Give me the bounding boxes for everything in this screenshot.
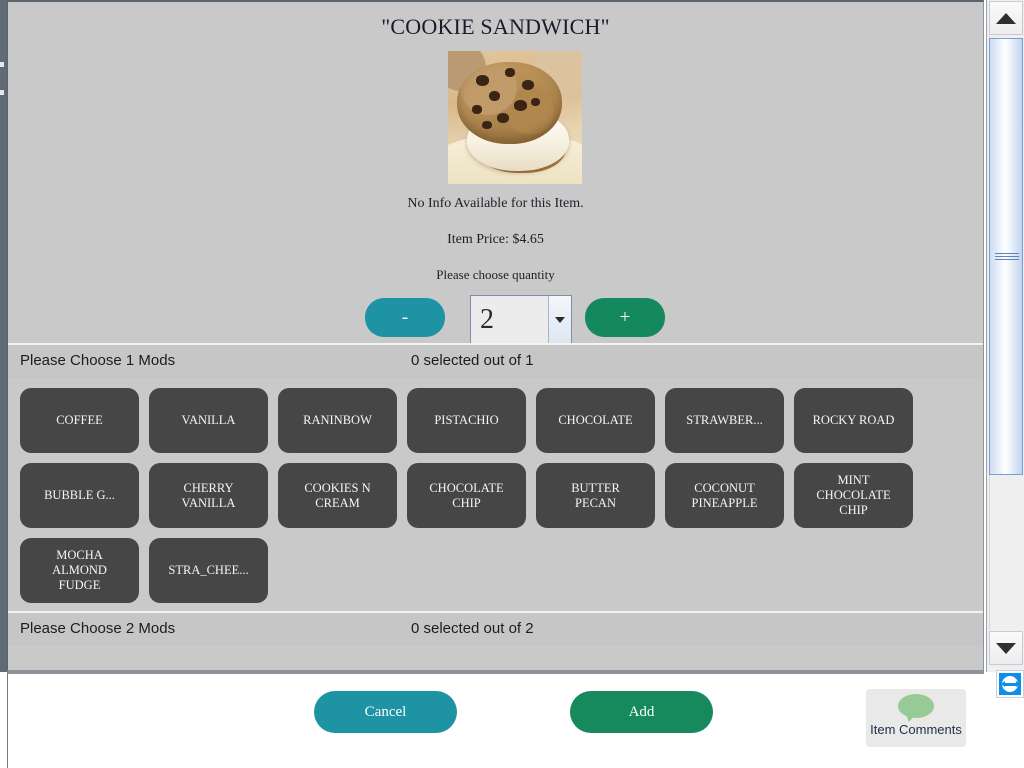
item-configuration-dialog: "COOKIE SANDWICH" No Info Available for … [7,0,984,672]
item-info-text: No Info Available for this Item. [407,196,584,211]
mod-option-button[interactable]: MINT CHOCOLATE CHIP [794,463,913,528]
chevron-down-icon[interactable] [548,296,571,343]
item-comments-button[interactable]: Item Comments [866,689,966,747]
mod-option-button[interactable]: BUTTER PECAN [536,463,655,528]
mod-group-1-header: Please Choose 1 Mods 0 selected out of 1 [8,345,983,378]
item-image [448,51,582,184]
mod-option-button[interactable]: STRA_CHEE... [149,538,268,603]
mod-option-button[interactable]: STRAWBER... [665,388,784,453]
item-price: Item Price: $4.65 [447,232,544,247]
mod-group-2-header: Please Choose 2 Mods 0 selected out of 2 [8,613,983,646]
scroll-down-button[interactable] [989,631,1023,665]
scroll-thumb-grip-icon [995,253,1019,261]
vertical-scrollbar[interactable] [986,0,1024,672]
mod-option-button[interactable]: ROCKY ROAD [794,388,913,453]
mod-group-1: Please Choose 1 Mods 0 selected out of 1… [8,343,983,611]
mod-group-1-title: Please Choose 1 Mods [20,352,176,369]
triangle-up-icon [996,12,1016,24]
scrollbar-thumb[interactable] [989,38,1023,475]
mod-group-2-title: Please Choose 2 Mods [20,620,176,637]
quantity-select[interactable]: 2 [470,295,572,344]
mod-option-button[interactable]: COCONUT PINEAPPLE [665,463,784,528]
mod-option-button[interactable]: CHOCOLATE CHIP [407,463,526,528]
cancel-button[interactable]: Cancel [314,691,457,733]
scroll-up-button[interactable] [989,1,1023,35]
mod-option-button[interactable]: VANILLA [149,388,268,453]
speech-bubble-icon [898,694,934,722]
mod-option-button[interactable]: CHERRY VANILLA [149,463,268,528]
quantity-value: 2 [480,303,494,335]
item-comments-label: Item Comments [870,722,962,737]
mod-group-1-count: 0 selected out of 1 [411,352,534,369]
triangle-down-icon [996,642,1016,654]
page-title: "COOKIE SANDWICH" [381,14,610,39]
quantity-decrement-button[interactable]: - [365,298,445,337]
screen-root: "COOKIE SANDWICH" No Info Available for … [0,0,1024,768]
quantity-controls: - 2 + [8,295,983,344]
mod-option-button[interactable]: BUBBLE G... [20,463,139,528]
mod-group-2-count: 0 selected out of 2 [411,620,534,637]
mod-option-button[interactable]: COFFEE [20,388,139,453]
mod-option-button[interactable]: COOKIES N CREAM [278,463,397,528]
mod-option-button[interactable]: MOCHA ALMOND FUDGE [20,538,139,603]
item-info-pane: "COOKIE SANDWICH" No Info Available for … [8,2,983,344]
quantity-prompt: Please choose quantity [436,267,555,282]
add-button[interactable]: Add [570,691,713,733]
mod-option-button[interactable]: RANINBOW [278,388,397,453]
mod-group-1-options: COFFEE VANILLA RANINBOW PISTACHIO CHOCOLATE S… [8,378,938,611]
mod-group-2: Please Choose 2 Mods 0 selected out of 2 [8,611,983,646]
mod-option-button[interactable]: CHOCOLATE [536,388,655,453]
mod-option-button[interactable]: PISTACHIO [407,388,526,453]
dialog-footer: Cancel Add Item Comments [7,672,984,768]
teamviewer-icon[interactable] [996,670,1024,698]
quantity-increment-button[interactable]: + [585,298,665,337]
